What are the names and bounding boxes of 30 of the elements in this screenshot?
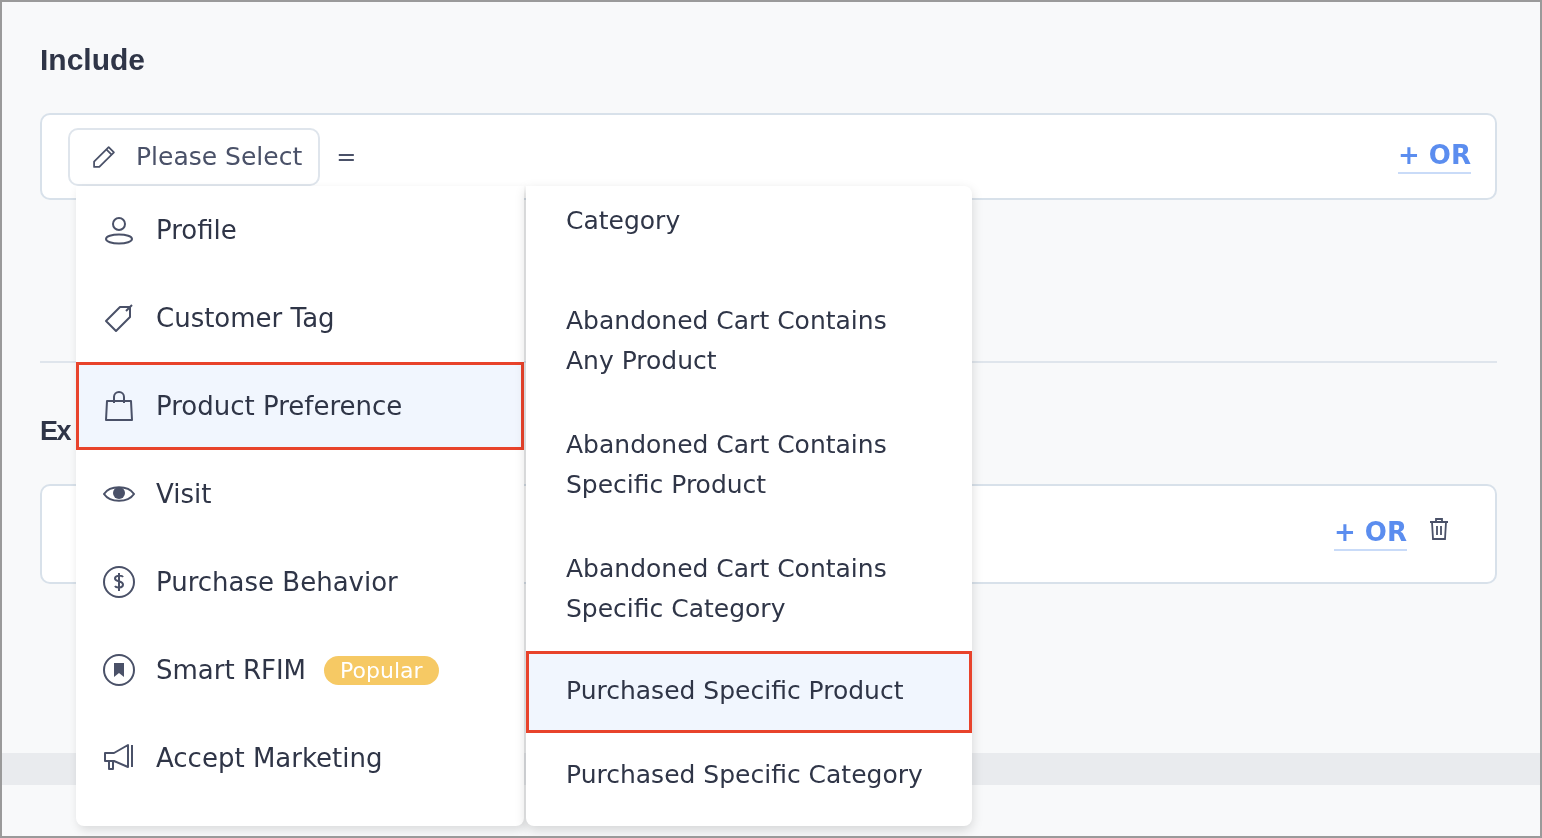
dollar-icon — [102, 565, 136, 599]
menu-item[interactable]: Product Preference — [76, 362, 524, 450]
menu-item-label: Purchase Behavior — [156, 567, 398, 597]
menu-item[interactable]: Customer Tag — [76, 274, 524, 362]
operator: = — [336, 142, 357, 171]
menu-option[interactable]: Purchased Specific Product — [526, 651, 972, 733]
menu-item-label: Accept Marketing — [156, 743, 383, 773]
menu-item-label: Profile — [156, 215, 237, 245]
menu-option[interactable]: Category — [526, 186, 972, 279]
menu-item-label: Customer Tag — [156, 303, 335, 333]
menu-option[interactable]: Abandoned Cart Contains Specific Product — [526, 403, 972, 527]
menu-option[interactable]: Abandoned Cart Contains Any Product — [526, 279, 972, 403]
menu-item-label: Product Preference — [156, 391, 403, 421]
trash-icon[interactable] — [1427, 516, 1451, 542]
popular-badge: Popular — [324, 655, 439, 685]
menu-item[interactable]: Profile — [76, 186, 524, 274]
menu-item-label: Visit — [156, 479, 212, 509]
menu-item-label: Smart RFIM — [156, 655, 307, 685]
bag-icon — [102, 389, 136, 423]
section-heading: Include — [40, 42, 146, 78]
menu-item[interactable]: Accept Marketing — [76, 714, 524, 802]
menu-option[interactable]: Purchased Specific Category — [526, 733, 972, 817]
menu-option[interactable]: Abandoned Cart Contains Specific Category — [526, 527, 972, 651]
menu-item[interactable]: Smart RFIM Popular — [76, 626, 524, 714]
section-heading: Ex — [40, 415, 71, 448]
tag-icon — [102, 301, 136, 335]
menu-item[interactable]: Visit — [76, 450, 524, 538]
menu-item[interactable]: Purchase Behavior — [76, 538, 524, 626]
bookmark-icon — [102, 653, 136, 687]
field-select[interactable]: Please Select — [68, 127, 321, 186]
